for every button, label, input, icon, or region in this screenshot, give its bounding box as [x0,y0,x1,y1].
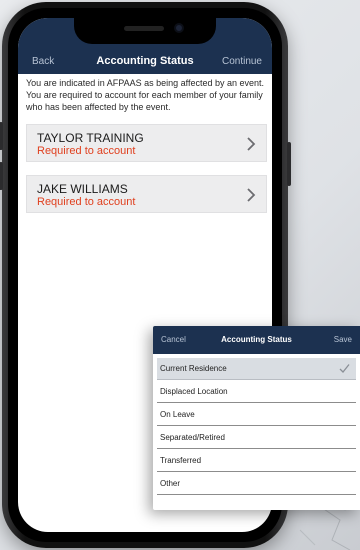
sheet-title: Accounting Status [221,335,292,344]
chevron-right-icon [247,137,256,151]
sheet-header: Cancel Accounting Status Save [153,326,360,354]
save-button[interactable]: Save [334,335,352,344]
member-name: JAKE WILLIAMS [37,182,128,196]
option-label: Separated/Retired [160,433,225,442]
power-button [287,142,291,186]
option-label: Displaced Location [160,387,228,396]
volume-button [0,162,3,190]
intro-text: You are indicated in AFPAAS as being aff… [26,78,264,112]
option-on-leave[interactable]: On Leave [157,404,356,426]
notch [74,18,216,44]
option-label: On Leave [160,410,195,419]
option-other[interactable]: Other [157,473,356,495]
camera [174,23,184,33]
option-label: Transferred [160,456,202,465]
volume-button [0,122,3,150]
member-status: Required to account [37,196,136,208]
member-name: TAYLOR TRAINING [37,131,144,145]
continue-button[interactable]: Continue [222,56,262,67]
chevron-right-icon [247,188,256,202]
option-transferred[interactable]: Transferred [157,450,356,472]
member-row-jake-williams[interactable]: JAKE WILLIAMS Required to account [26,175,267,213]
member-row-taylor-training[interactable]: TAYLOR TRAINING Required to account [26,124,267,162]
option-label: Current Residence [160,364,227,373]
option-current-residence[interactable]: Current Residence [157,358,356,380]
member-status: Required to account [37,145,136,157]
option-displaced-location[interactable]: Displaced Location [157,381,356,403]
option-label: Other [160,479,181,488]
speaker [124,26,164,31]
accounting-status-sheet: Cancel Accounting Status Save Current Re… [153,326,360,510]
checkmark-icon [339,364,350,373]
option-separated-retired[interactable]: Separated/Retired [157,427,356,449]
